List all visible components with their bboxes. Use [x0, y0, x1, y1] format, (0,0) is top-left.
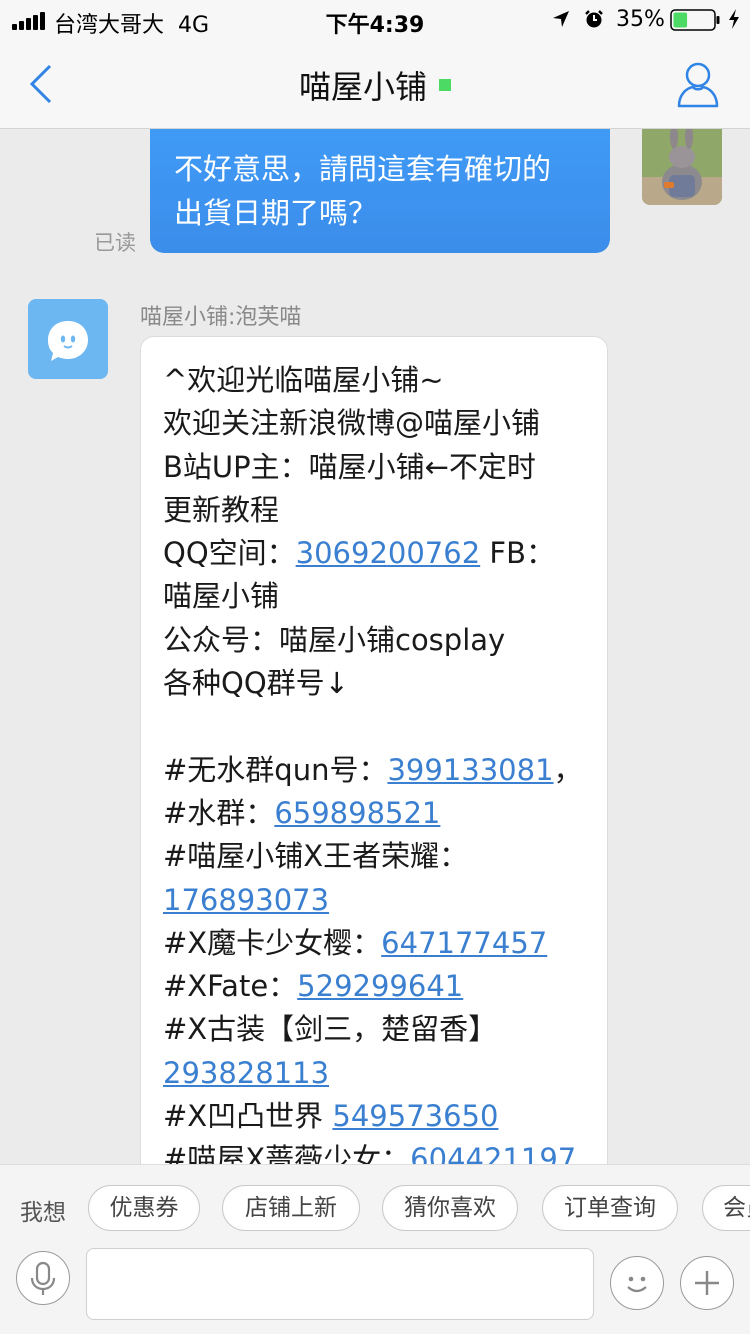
- qq-number-link[interactable]: 3069200762: [296, 536, 481, 570]
- message-text: 各种QQ群号↓: [163, 666, 349, 701]
- more-options-button[interactable]: [680, 1256, 734, 1310]
- message-text: B站UP主：喵屋小铺←不定时: [163, 449, 536, 484]
- message-text: ^欢迎光临喵屋小铺~: [163, 363, 444, 397]
- message-text: 更新教程: [163, 492, 280, 527]
- quick-reply-order-lookup[interactable]: 订单查询: [542, 1185, 678, 1231]
- chat-title: 喵屋小铺: [298, 68, 427, 106]
- message-text: #无水群qun号：: [163, 752, 388, 787]
- message-line: 不好意思，請問這套有確切的: [174, 152, 552, 186]
- message-line: #水群：659898521: [163, 792, 585, 835]
- emoji-button[interactable]: [610, 1256, 664, 1310]
- battery-icon: [670, 9, 720, 31]
- message-line: 293828113: [163, 1052, 585, 1095]
- quick-reply-label: 我想: [20, 1200, 66, 1226]
- message-line: #喵屋小铺X王者荣耀：: [163, 835, 585, 878]
- message-text: #喵屋X蔷薇少女：: [163, 1142, 411, 1164]
- message-text: #水群：: [163, 795, 275, 830]
- location-icon: [553, 11, 569, 27]
- message-line: 喵屋小铺: [163, 575, 585, 618]
- message-text: 欢迎关注新浪微博@喵屋小铺: [163, 406, 541, 441]
- outgoing-message-bubble[interactable]: 不好意思，請問這套有確切的 出貨日期了嗎？: [150, 129, 610, 253]
- message-input[interactable]: [86, 1248, 594, 1320]
- message-line: [163, 705, 585, 748]
- message-input-bar: [0, 1244, 750, 1334]
- message-text: #X古装【剑三，楚留香】: [163, 1012, 498, 1047]
- qq-number-link[interactable]: 293828113: [163, 1056, 329, 1090]
- qq-number-link[interactable]: 604421197: [410, 1142, 576, 1164]
- navigation-bar: 喵屋小铺: [0, 40, 750, 129]
- online-status-indicator: [439, 79, 451, 91]
- chat-bubble-logo-icon: [48, 321, 88, 361]
- incoming-message-bubble[interactable]: ^欢迎光临喵屋小铺~ 欢迎关注新浪微博@喵屋小铺 B站UP主：喵屋小铺←不定时 更新教…: [140, 336, 608, 1164]
- message-line: 更新教程: [163, 489, 585, 532]
- microphone-icon: [30, 1261, 56, 1295]
- message-line: 176893073: [163, 879, 585, 922]
- quick-reply-new-arrivals[interactable]: 店铺上新: [222, 1185, 360, 1231]
- message-line: 公众号：喵屋小铺cosplay: [163, 619, 585, 662]
- page-title: 喵屋小铺: [0, 62, 750, 108]
- message-text: QQ空间：: [163, 536, 296, 571]
- voice-input-button[interactable]: [16, 1251, 70, 1305]
- message-text: #喵屋小铺X王者荣耀：: [163, 839, 469, 874]
- battery-percent: 35%: [616, 7, 665, 32]
- message-line: #X魔卡少女樱：647177457: [163, 922, 585, 965]
- message-line: #X凹凸世界 549573650: [163, 1095, 585, 1138]
- quick-reply-membership[interactable]: 会员: [702, 1185, 750, 1231]
- sender-name: 喵屋小铺:泡芙喵: [140, 305, 302, 330]
- message-text: FB：: [480, 536, 555, 571]
- message-line: #X古装【剑三，楚留香】: [163, 1008, 585, 1051]
- message-line: B站UP主：喵屋小铺←不定时: [163, 446, 585, 489]
- message-text: #X凹凸世界: [163, 1099, 333, 1134]
- message-line: #XFate：529299641: [163, 965, 585, 1008]
- message-text: #X魔卡少女樱：: [163, 925, 382, 960]
- qq-number-link[interactable]: 176893073: [163, 883, 329, 917]
- message-text: #XFate：: [163, 969, 298, 1004]
- message-line: 各种QQ群号↓: [163, 662, 585, 705]
- qq-number-link[interactable]: 647177457: [381, 926, 547, 960]
- quick-reply-recommendations[interactable]: 猜你喜欢: [382, 1185, 518, 1231]
- message-line: ^欢迎光临喵屋小铺~: [163, 359, 585, 402]
- alarm-icon: [585, 10, 603, 28]
- rabbit-avatar-image: [642, 129, 722, 205]
- qq-number-link[interactable]: 399133081: [387, 753, 553, 787]
- message-text: ，: [553, 752, 583, 787]
- message-text: 喵屋小铺: [163, 579, 280, 614]
- qq-number-link[interactable]: 549573650: [332, 1099, 498, 1133]
- message-line: #无水群qun号：399133081，: [163, 749, 585, 792]
- quick-reply-coupon[interactable]: 优惠券: [88, 1185, 200, 1231]
- avatar[interactable]: [642, 129, 722, 205]
- chat-message-list[interactable]: 不好意思，請問這套有確切的 出貨日期了嗎？ 已读 喵屋小铺:泡芙喵 ^欢迎光临喵…: [0, 129, 750, 1164]
- message-line: #喵屋X蔷薇少女：604421197: [163, 1138, 585, 1164]
- message-line: 欢迎关注新浪微博@喵屋小铺: [163, 402, 585, 445]
- plus-icon: [695, 1271, 719, 1295]
- quick-reply-bar: 我想 优惠券 店铺上新 猜你喜欢 订单查询 会员: [0, 1164, 750, 1245]
- charging-icon: [729, 9, 739, 29]
- message-line: QQ空间：3069200762 FB：: [163, 532, 585, 575]
- avatar[interactable]: [28, 299, 108, 379]
- qq-number-link[interactable]: 659898521: [274, 796, 440, 830]
- status-bar: 台湾大哥大 4G 下午4:39 35%: [0, 0, 750, 40]
- read-receipt: 已读: [94, 231, 136, 255]
- person-icon[interactable]: [676, 60, 720, 108]
- message-line: 出貨日期了嗎？: [174, 196, 378, 230]
- qq-number-link[interactable]: 529299641: [297, 969, 463, 1003]
- emoji-icon: [627, 1276, 647, 1293]
- message-text: 公众号：喵屋小铺cosplay: [163, 622, 506, 657]
